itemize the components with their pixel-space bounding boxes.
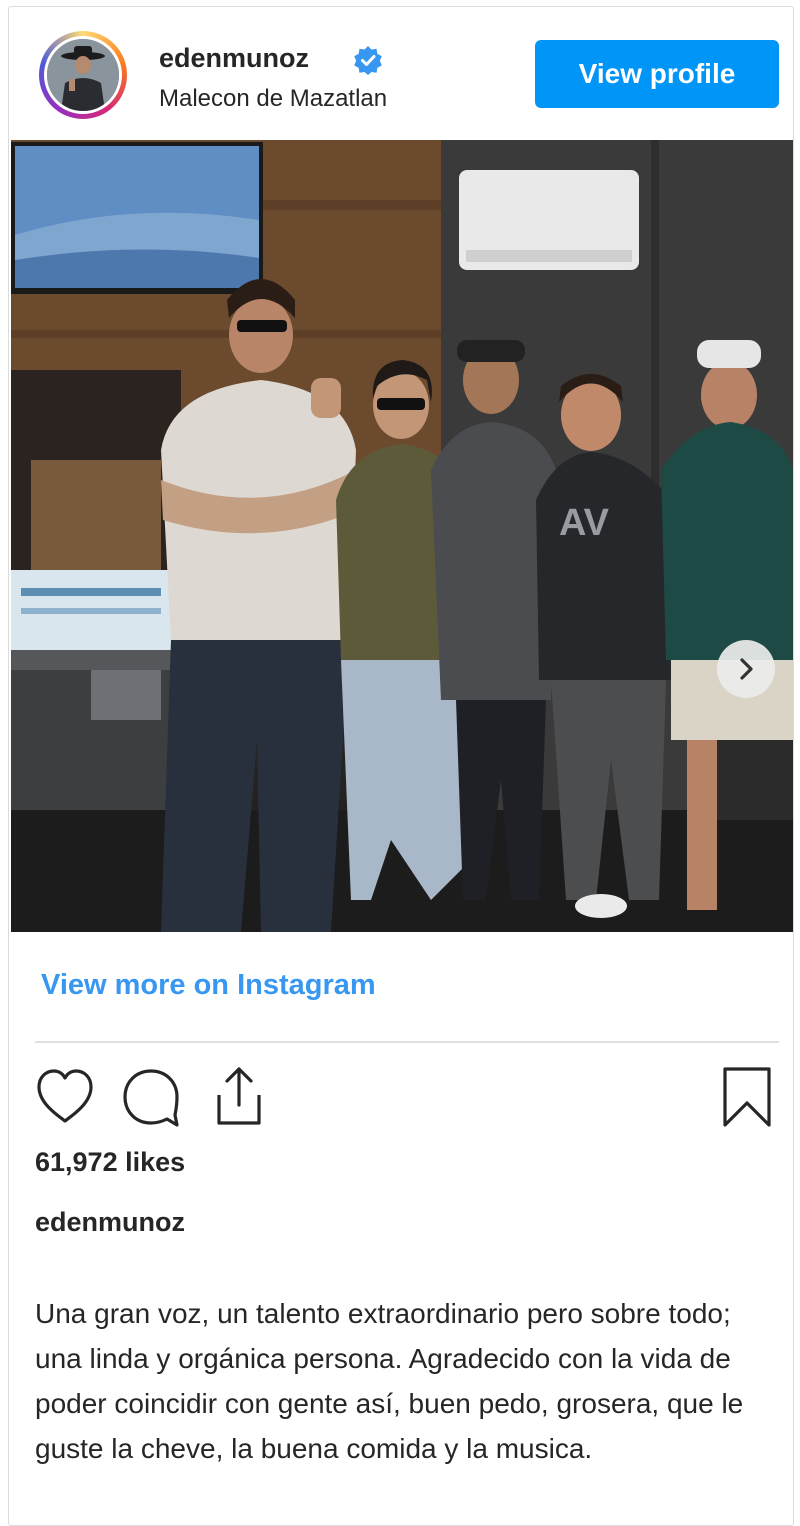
verified-badge-icon <box>354 46 382 75</box>
heart-icon[interactable] <box>33 1065 97 1129</box>
view-profile-button[interactable]: View profile <box>535 40 779 108</box>
avatar-photo <box>47 39 119 111</box>
svg-text:AV: AV <box>559 502 610 544</box>
comment-icon[interactable] <box>119 1065 183 1129</box>
view-more-link[interactable]: View more on Instagram <box>41 969 376 1002</box>
caption-text: Una gran voz, un talento extraordinario … <box>35 1298 744 1464</box>
like-count[interactable]: 61,972 likes <box>35 1147 185 1178</box>
post-photo[interactable]: AV <box>11 140 793 932</box>
action-bar <box>9 1057 793 1147</box>
chevron-right-icon <box>740 658 753 680</box>
photo-scene: AV <box>11 140 793 932</box>
caption-username[interactable]: edenmunoz <box>35 1207 185 1238</box>
avatar[interactable] <box>44 36 122 114</box>
location[interactable]: Malecon de Mazatlan <box>159 85 387 113</box>
avatar-story-ring[interactable] <box>39 31 127 119</box>
username[interactable]: edenmunoz <box>159 43 309 74</box>
instagram-embed-card: edenmunoz Malecon de Mazatlan View profi… <box>8 6 794 1526</box>
divider <box>35 1041 779 1043</box>
carousel-next-button[interactable] <box>717 640 775 698</box>
bookmark-icon[interactable] <box>715 1065 779 1129</box>
post-header: edenmunoz Malecon de Mazatlan View profi… <box>9 7 793 139</box>
share-icon[interactable] <box>207 1065 271 1129</box>
